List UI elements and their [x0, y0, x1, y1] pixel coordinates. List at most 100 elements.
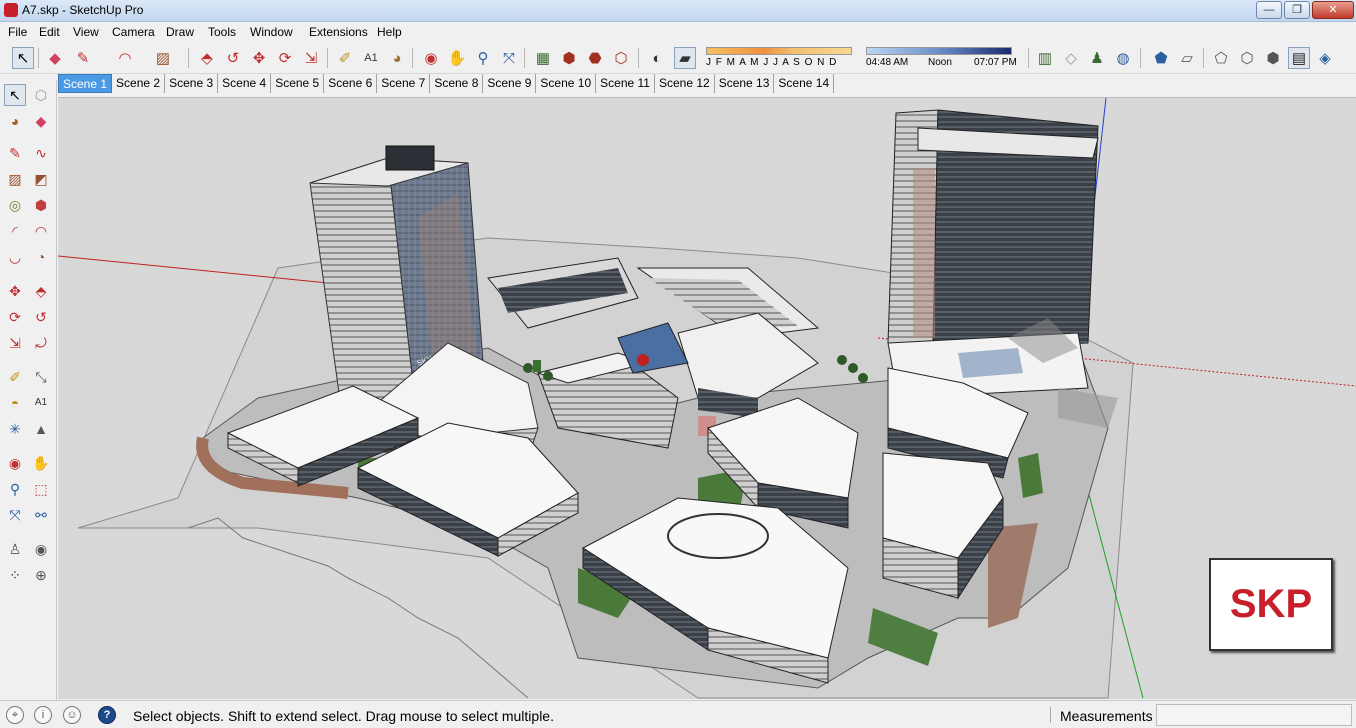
close-button[interactable]: ✕ [1312, 1, 1354, 19]
shaded-style-icon[interactable]: ▤ [1288, 47, 1310, 69]
section-display-icon[interactable]: ◇ [1060, 47, 1082, 69]
xray-style-icon[interactable]: ⬠ [1210, 47, 1232, 69]
tab-scene-8[interactable]: Scene 8 [430, 74, 484, 93]
restore-button[interactable]: ❐ [1284, 1, 1310, 19]
minimize-button[interactable]: — [1256, 1, 1282, 19]
eraser-icon[interactable]: ◆ [44, 47, 66, 69]
follow-me-icon[interactable]: ↺ [30, 306, 52, 328]
shadow-time-slider[interactable] [866, 47, 1012, 55]
zoom-icon[interactable]: ⚲ [472, 47, 494, 69]
section-plane-icon[interactable]: ▥ [1034, 47, 1056, 69]
shape-rectangle-icon[interactable]: ▨ [152, 47, 174, 69]
model-viewport[interactable]: SKY STAR [58, 97, 1356, 699]
position-camera-icon[interactable]: ♙ [4, 538, 26, 560]
previous-view-icon[interactable]: ⚯ [30, 504, 52, 526]
line-icon[interactable]: ✎ [4, 142, 26, 164]
tab-scene-7[interactable]: Scene 7 [377, 74, 431, 93]
location-icon[interactable]: ⌖ [6, 706, 24, 724]
pan-hand-icon[interactable]: ✋ [446, 47, 468, 69]
tape-measure-icon[interactable]: ✐ [334, 47, 356, 69]
geo-location-icon[interactable]: ◍ [1112, 47, 1134, 69]
zoom-window-icon[interactable]: ⬚ [30, 478, 52, 500]
menu-edit[interactable]: Edit [39, 25, 60, 39]
extension-warehouse-icon[interactable]: ⬢ [558, 47, 580, 69]
wireframe-style-icon[interactable]: ⬡ [1236, 47, 1258, 69]
info-icon[interactable]: i [34, 706, 52, 724]
walk-icon[interactable]: ♟ [1086, 47, 1108, 69]
follow-me-icon[interactable]: ↺ [222, 47, 244, 69]
tab-scene-3[interactable]: Scene 3 [165, 74, 219, 93]
protractor-icon[interactable]: ◓ [4, 392, 26, 414]
axes-icon[interactable]: ✳ [4, 418, 26, 440]
top-view-icon[interactable]: ▱ [1176, 47, 1198, 69]
zoom-extents-icon[interactable]: ⤧ [498, 47, 520, 69]
iso-view-icon[interactable]: ⬟ [1150, 47, 1172, 69]
freehand-icon[interactable]: ∿ [30, 142, 52, 164]
dimension-icon[interactable]: ⤡ [30, 366, 52, 388]
text-tool-icon[interactable]: A1 [360, 47, 382, 69]
paint-bucket-icon[interactable]: ◕ [386, 47, 408, 69]
tab-scene-10[interactable]: Scene 10 [536, 74, 597, 93]
make-component-icon[interactable]: ⬡ [30, 84, 52, 106]
menu-camera[interactable]: Camera [112, 25, 155, 39]
shadow-month-slider[interactable] [706, 47, 852, 55]
shadow-toggle-icon[interactable]: ◐ [646, 47, 668, 69]
rotated-rectangle-icon[interactable]: ◩ [30, 168, 52, 190]
rotate-icon[interactable]: ⟳ [4, 306, 26, 328]
push-pull-icon[interactable]: ⬘ [196, 47, 218, 69]
arc-icon[interactable]: ◠ [114, 47, 136, 69]
tab-scene-9[interactable]: Scene 9 [483, 74, 537, 93]
select-icon[interactable]: ↖ [4, 84, 26, 106]
menu-window[interactable]: Window [250, 25, 293, 39]
monochrome-style-icon[interactable]: ◈ [1314, 47, 1336, 69]
tab-scene-11[interactable]: Scene 11 [596, 74, 655, 93]
layout-send-icon[interactable]: ⬣ [584, 47, 606, 69]
line-pencil-icon[interactable]: ✎ [72, 47, 94, 69]
3d-text-icon[interactable]: ▲ [30, 418, 52, 440]
tab-scene-14[interactable]: Scene 14 [774, 74, 835, 93]
tab-scene-4[interactable]: Scene 4 [218, 74, 272, 93]
hidden-line-style-icon[interactable]: ⬢ [1262, 47, 1284, 69]
orbit-icon[interactable]: ◉ [420, 47, 442, 69]
pan-icon[interactable]: ✋ [30, 452, 52, 474]
select-tool-icon[interactable]: ↖ [12, 47, 34, 69]
arc-icon[interactable]: ◜ [4, 220, 26, 242]
help-icon[interactable]: ? [98, 706, 116, 724]
zoom-extents-icon[interactable]: ⤧ [4, 504, 26, 526]
tape-measure-icon[interactable]: ✐ [4, 366, 26, 388]
menu-file[interactable]: File [8, 25, 27, 39]
zoom-icon[interactable]: ⚲ [4, 478, 26, 500]
menu-draw[interactable]: Draw [166, 25, 194, 39]
user-icon[interactable]: ☺ [63, 706, 81, 724]
fog-toggle-icon[interactable]: ▰ [674, 47, 696, 69]
eraser-icon[interactable]: ◆ [30, 110, 52, 132]
3d-warehouse-icon[interactable]: ▦ [532, 47, 554, 69]
look-around-icon[interactable]: ◉ [30, 538, 52, 560]
scale-icon[interactable]: ⇲ [4, 332, 26, 354]
rectangle-icon[interactable]: ▨ [4, 168, 26, 190]
section-plane-icon[interactable]: ⊕ [30, 564, 52, 586]
menu-help[interactable]: Help [377, 25, 402, 39]
menu-tools[interactable]: Tools [208, 25, 236, 39]
pie-icon[interactable]: ◔ [30, 246, 52, 268]
menu-view[interactable]: View [73, 25, 99, 39]
tab-scene-2[interactable]: Scene 2 [112, 74, 166, 93]
circle-icon[interactable]: ◎ [4, 194, 26, 216]
move-icon[interactable]: ✥ [4, 280, 26, 302]
offset-icon[interactable]: ⤾ [30, 332, 52, 354]
rotate-icon[interactable]: ⟳ [274, 47, 296, 69]
tab-scene-1[interactable]: Scene 1 [58, 74, 113, 93]
two-point-arc-icon[interactable]: ◠ [30, 220, 52, 242]
push-pull-icon[interactable]: ⬘ [30, 280, 52, 302]
tab-scene-5[interactable]: Scene 5 [271, 74, 325, 93]
tab-scene-12[interactable]: Scene 12 [655, 74, 715, 93]
walk-footprints-icon[interactable]: ⁘ [4, 564, 26, 586]
three-point-arc-icon[interactable]: ◡ [4, 246, 26, 268]
tab-scene-6[interactable]: Scene 6 [324, 74, 378, 93]
paint-bucket-icon[interactable]: ◕ [4, 110, 26, 132]
scale-icon[interactable]: ⇲ [300, 47, 322, 69]
move-icon[interactable]: ✥ [248, 47, 270, 69]
orbit-icon[interactable]: ◉ [4, 452, 26, 474]
tab-scene-13[interactable]: Scene 13 [715, 74, 775, 93]
measurements-input[interactable] [1156, 704, 1352, 726]
